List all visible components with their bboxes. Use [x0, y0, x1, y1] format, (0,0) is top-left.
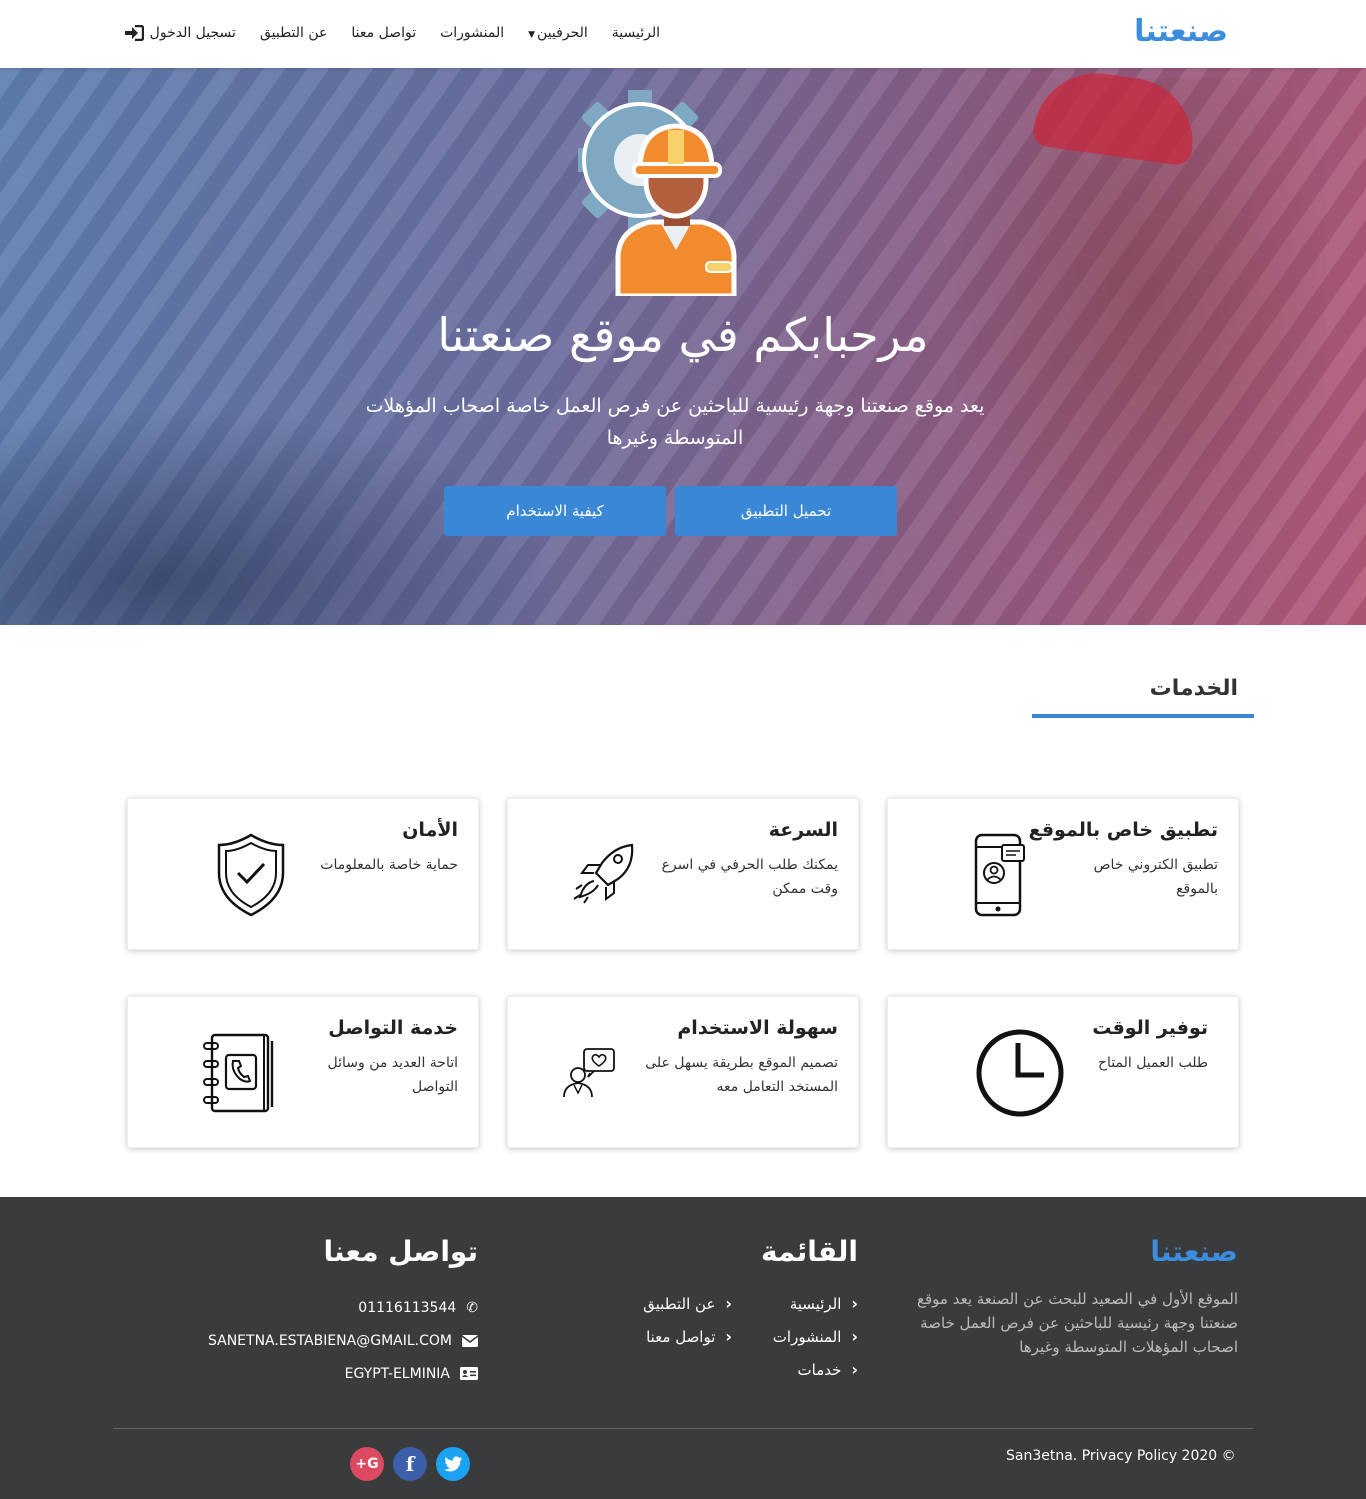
footer: صنعتنا الموقع الأول في الصعيد للبحث عن ا…	[0, 1197, 1366, 1499]
service-text: يمكنك طلب الحرفي في اسرع وقت ممكن	[661, 857, 838, 897]
brand-logo[interactable]: صنعتنا	[1134, 14, 1228, 49]
footer-menu-col2: ‹ عن التطبيق ‹ تواصل معنا	[643, 1287, 732, 1353]
footer-link-label: تواصل معنا	[646, 1327, 716, 1346]
chevron-left-icon: ‹	[851, 1294, 858, 1313]
twitter-bird-icon	[444, 1456, 462, 1472]
service-title: خدمة التواصل	[328, 1017, 458, 1039]
chevron-left-icon: ‹	[851, 1360, 858, 1379]
chevron-left-icon: ‹	[725, 1294, 732, 1313]
navbar: صنعتنا الرئيسية الحرفيين▼ المنشورات تواص…	[0, 0, 1366, 68]
nav-craftsmen-label: الحرفيين	[537, 25, 588, 41]
service-card-speed: السرعة يمكنك طلب الحرفي في اسرع وقت ممكن	[507, 798, 859, 950]
phone-icon: ✆	[466, 1299, 478, 1316]
contact-address: EGYPT-ELMINIA	[208, 1357, 478, 1390]
worker-gear-logo-icon	[578, 90, 737, 296]
footer-link-label: الرئيسية	[789, 1294, 842, 1313]
footer-link-contact[interactable]: ‹ تواصل معنا	[643, 1320, 732, 1353]
service-text: حماية خاصة بالمعلومات	[320, 857, 458, 873]
contact-email[interactable]: SANETNA.ESTABIENA@GMAIL.COM	[208, 1324, 478, 1357]
service-card-safety: الأمان حماية خاصة بالمعلومات	[127, 798, 479, 950]
service-text: اتاحة العديد من وسائل التواصل	[327, 1055, 458, 1095]
download-app-button[interactable]: تحميل التطبيق	[675, 486, 897, 536]
footer-link-services[interactable]: ‹ خدمات	[773, 1353, 858, 1386]
footer-link-label: عن التطبيق	[643, 1294, 716, 1313]
rocket-icon	[573, 843, 634, 904]
nav-contact[interactable]: تواصل معنا	[351, 25, 416, 41]
service-card-app: تطبيق خاص بالموقع تطبيق الكتروني خاص بال…	[887, 798, 1239, 950]
footer-link-posts[interactable]: ‹ المنشورات	[773, 1320, 858, 1353]
footer-link-label: المنشورات	[772, 1327, 842, 1346]
how-to-use-button[interactable]: كيفية الاستخدام	[444, 486, 666, 536]
footer-contact-info: ✆ 01116113544 SANETNA.ESTABIENA@GMAIL.CO…	[208, 1291, 478, 1390]
nav-home[interactable]: الرئيسية	[612, 25, 660, 41]
chevron-left-icon: ‹	[851, 1327, 858, 1346]
twitter-icon[interactable]	[436, 1447, 470, 1481]
service-text: تصميم الموقع بطريقة يسهل على المستخد الت…	[645, 1055, 838, 1095]
chevron-left-icon: ‹	[725, 1327, 732, 1346]
google-plus-icon[interactable]: G+	[350, 1447, 384, 1481]
service-title: سهولة الاستخدام	[677, 1017, 838, 1039]
main-nav: الرئيسية الحرفيين▼ المنشورات تواصل معنا …	[124, 25, 660, 41]
service-card-time: توفير الوقت طلب العميل المتاح	[887, 996, 1239, 1148]
phone-text: 01116113544	[358, 1299, 457, 1316]
envelope-icon	[462, 1334, 478, 1347]
address-card-icon	[460, 1367, 478, 1380]
nav-craftsmen-dropdown[interactable]: الحرفيين▼	[528, 25, 588, 41]
footer-menu-col1: ‹ الرئيسية ‹ المنشورات ‹ خدمات	[773, 1287, 858, 1386]
user-heart-icon	[563, 1048, 615, 1098]
service-text: تطبيق الكتروني خاص بالموقع	[1093, 857, 1218, 897]
footer-link-about[interactable]: ‹ عن التطبيق	[643, 1287, 732, 1320]
footer-about: الموقع الأول في الصعيد للبحث عن الصنعة ي…	[917, 1290, 1238, 1356]
service-title: الأمان	[402, 819, 458, 841]
service-text: طلب العميل المتاح	[1097, 1055, 1208, 1071]
address-text: EGYPT-ELMINIA	[344, 1365, 450, 1382]
service-card-ease: سهولة الاستخدام تصميم الموقع بطريقة يسهل…	[507, 996, 859, 1148]
service-title: تطبيق خاص بالموقع	[1028, 819, 1218, 841]
footer-link-home[interactable]: ‹ الرئيسية	[773, 1287, 858, 1320]
facebook-icon[interactable]: f	[393, 1447, 427, 1481]
email-text: SANETNA.ESTABIENA@GMAIL.COM	[207, 1332, 452, 1349]
caret-down-icon: ▼	[528, 30, 536, 40]
clock-icon	[976, 1029, 1064, 1117]
services-title: الخدمات	[1149, 676, 1238, 701]
footer-menu-title: القائمة	[760, 1235, 858, 1268]
hero-title: مرحبابكم في موقع صنعتنا	[437, 308, 929, 362]
nav-login[interactable]: تسجيل الدخول	[124, 25, 236, 41]
footer-brand[interactable]: صنعتنا	[1150, 1235, 1238, 1268]
phone-book-icon	[203, 1033, 274, 1113]
sign-in-icon	[124, 25, 144, 41]
smartphone-chat-icon	[974, 833, 1025, 917]
hero-section: مرحبابكم في موقع صنعتنا يعد موقع صنعتنا …	[0, 68, 1366, 625]
contact-phone[interactable]: ✆ 01116113544	[208, 1291, 478, 1324]
nav-posts[interactable]: المنشورات	[440, 25, 504, 41]
footer-divider	[113, 1428, 1253, 1429]
nav-about[interactable]: عن التطبيق	[260, 25, 327, 41]
service-title: السرعة	[768, 819, 838, 841]
hero-subtitle: يعد موقع صنعتنا وجهة رئيسية للباحثين عن …	[365, 395, 985, 449]
shield-check-icon	[217, 833, 285, 917]
footer-link-label: خدمات	[797, 1360, 842, 1379]
footer-copyright: San3etna. Privacy Policy 2020 ©	[1006, 1448, 1236, 1464]
services-underline	[1032, 714, 1254, 718]
footer-contact-title: تواصل معنا	[323, 1235, 478, 1268]
service-card-contact: خدمة التواصل اتاحة العديد من وسائل التوا…	[127, 996, 479, 1148]
service-title: توفير الوقت	[1092, 1017, 1208, 1039]
nav-login-label: تسجيل الدخول	[149, 25, 236, 41]
